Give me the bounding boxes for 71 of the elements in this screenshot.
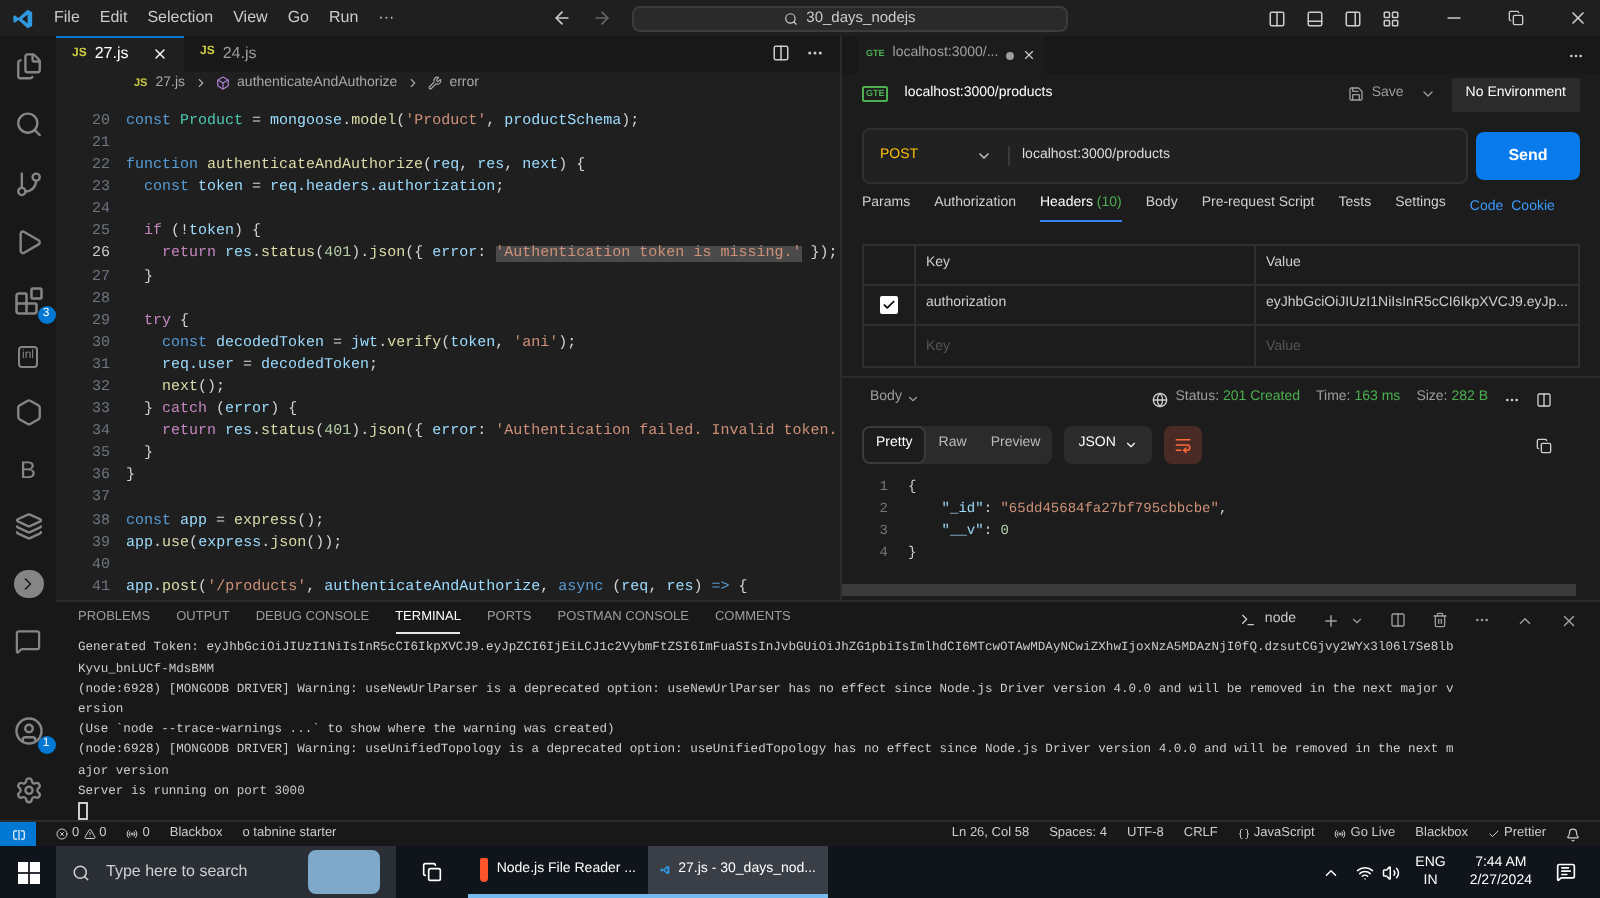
extensions-icon[interactable] <box>13 286 43 317</box>
globe-icon <box>1151 391 1168 407</box>
files-icon[interactable] <box>13 52 43 81</box>
chat-icon[interactable] <box>14 628 42 656</box>
menu-item[interactable]: Go <box>287 6 309 30</box>
add-icon[interactable] <box>1322 611 1340 630</box>
source-control-icon[interactable] <box>13 169 43 198</box>
menu-item[interactable]: View <box>233 6 268 30</box>
wifi-icon[interactable] <box>1355 863 1374 881</box>
checkbox[interactable] <box>880 296 898 314</box>
search-icon <box>784 11 799 25</box>
menu-item[interactable]: File <box>54 6 80 30</box>
chevron-down-icon <box>976 148 992 164</box>
cube-icon <box>215 76 230 91</box>
wrench-icon <box>427 76 442 91</box>
trash-icon[interactable] <box>1432 612 1448 629</box>
search-icon <box>72 863 90 881</box>
remote-icon <box>11 827 25 841</box>
chevron-down-icon[interactable] <box>1419 86 1436 102</box>
braces-icon <box>1237 828 1250 840</box>
chevron-icon <box>405 76 420 91</box>
broadcast-icon <box>126 828 139 840</box>
layout-grid-icon[interactable] <box>1382 9 1400 27</box>
close-icon[interactable] <box>1560 611 1578 630</box>
menu-item[interactable]: Run <box>328 6 359 30</box>
search-placeholder: Type here to search <box>106 860 248 884</box>
search-highlight-picture <box>308 850 380 894</box>
warning-icon <box>83 828 96 840</box>
task-view-icon[interactable] <box>422 862 442 882</box>
close-icon[interactable] <box>1022 48 1037 62</box>
split-icon[interactable] <box>1390 612 1406 629</box>
taskbar-search-field[interactable]: Type here to search <box>56 846 396 898</box>
save-icon <box>1347 86 1364 102</box>
account-icon[interactable] <box>13 715 43 746</box>
tab-label: 24.js <box>222 41 257 66</box>
run-debug-icon[interactable] <box>13 227 43 257</box>
windows-logo-icon <box>17 861 39 883</box>
forward-icon[interactable] <box>592 8 612 28</box>
notifications-icon[interactable] <box>1566 827 1580 841</box>
layout-icon[interactable] <box>1536 391 1552 407</box>
split-editor-icon[interactable] <box>772 44 790 63</box>
sidebar-toggle-icon[interactable] <box>1344 9 1362 27</box>
restore-icon[interactable] <box>1508 10 1524 26</box>
wrap-lines-icon[interactable] <box>1163 426 1202 464</box>
chevron-down-icon <box>1123 438 1138 452</box>
chevron-down-icon <box>905 392 920 406</box>
letter-icon[interactable]: B <box>19 457 36 482</box>
menu-item[interactable]: Selection <box>147 6 214 30</box>
chevron-down-icon[interactable] <box>1350 613 1364 628</box>
layout-icon[interactable] <box>1268 9 1286 27</box>
check-icon <box>1488 828 1501 840</box>
remote-button[interactable] <box>0 822 36 846</box>
settings-icon[interactable] <box>13 775 43 804</box>
menu-item[interactable]: Edit <box>99 6 128 30</box>
search-icon[interactable] <box>13 110 43 140</box>
hexagon-icon[interactable] <box>13 398 43 428</box>
chevron-icon <box>193 76 208 91</box>
close-icon[interactable] <box>152 46 168 63</box>
broadcast-icon <box>1334 828 1347 840</box>
volume-icon[interactable] <box>1381 863 1400 881</box>
panel-toggle-icon[interactable] <box>1306 9 1324 27</box>
menu-item[interactable]: ··· <box>378 6 395 30</box>
layers-icon[interactable] <box>13 511 43 540</box>
terminal-icon <box>1240 612 1257 629</box>
back-icon[interactable] <box>552 8 572 28</box>
tab-label: 27.js <box>94 42 129 67</box>
copy-icon[interactable] <box>1536 437 1552 453</box>
error-icon <box>56 828 68 840</box>
close-icon[interactable] <box>1568 8 1588 28</box>
vscode-logo-icon <box>12 7 34 29</box>
send-button[interactable]: Send <box>1476 132 1580 180</box>
